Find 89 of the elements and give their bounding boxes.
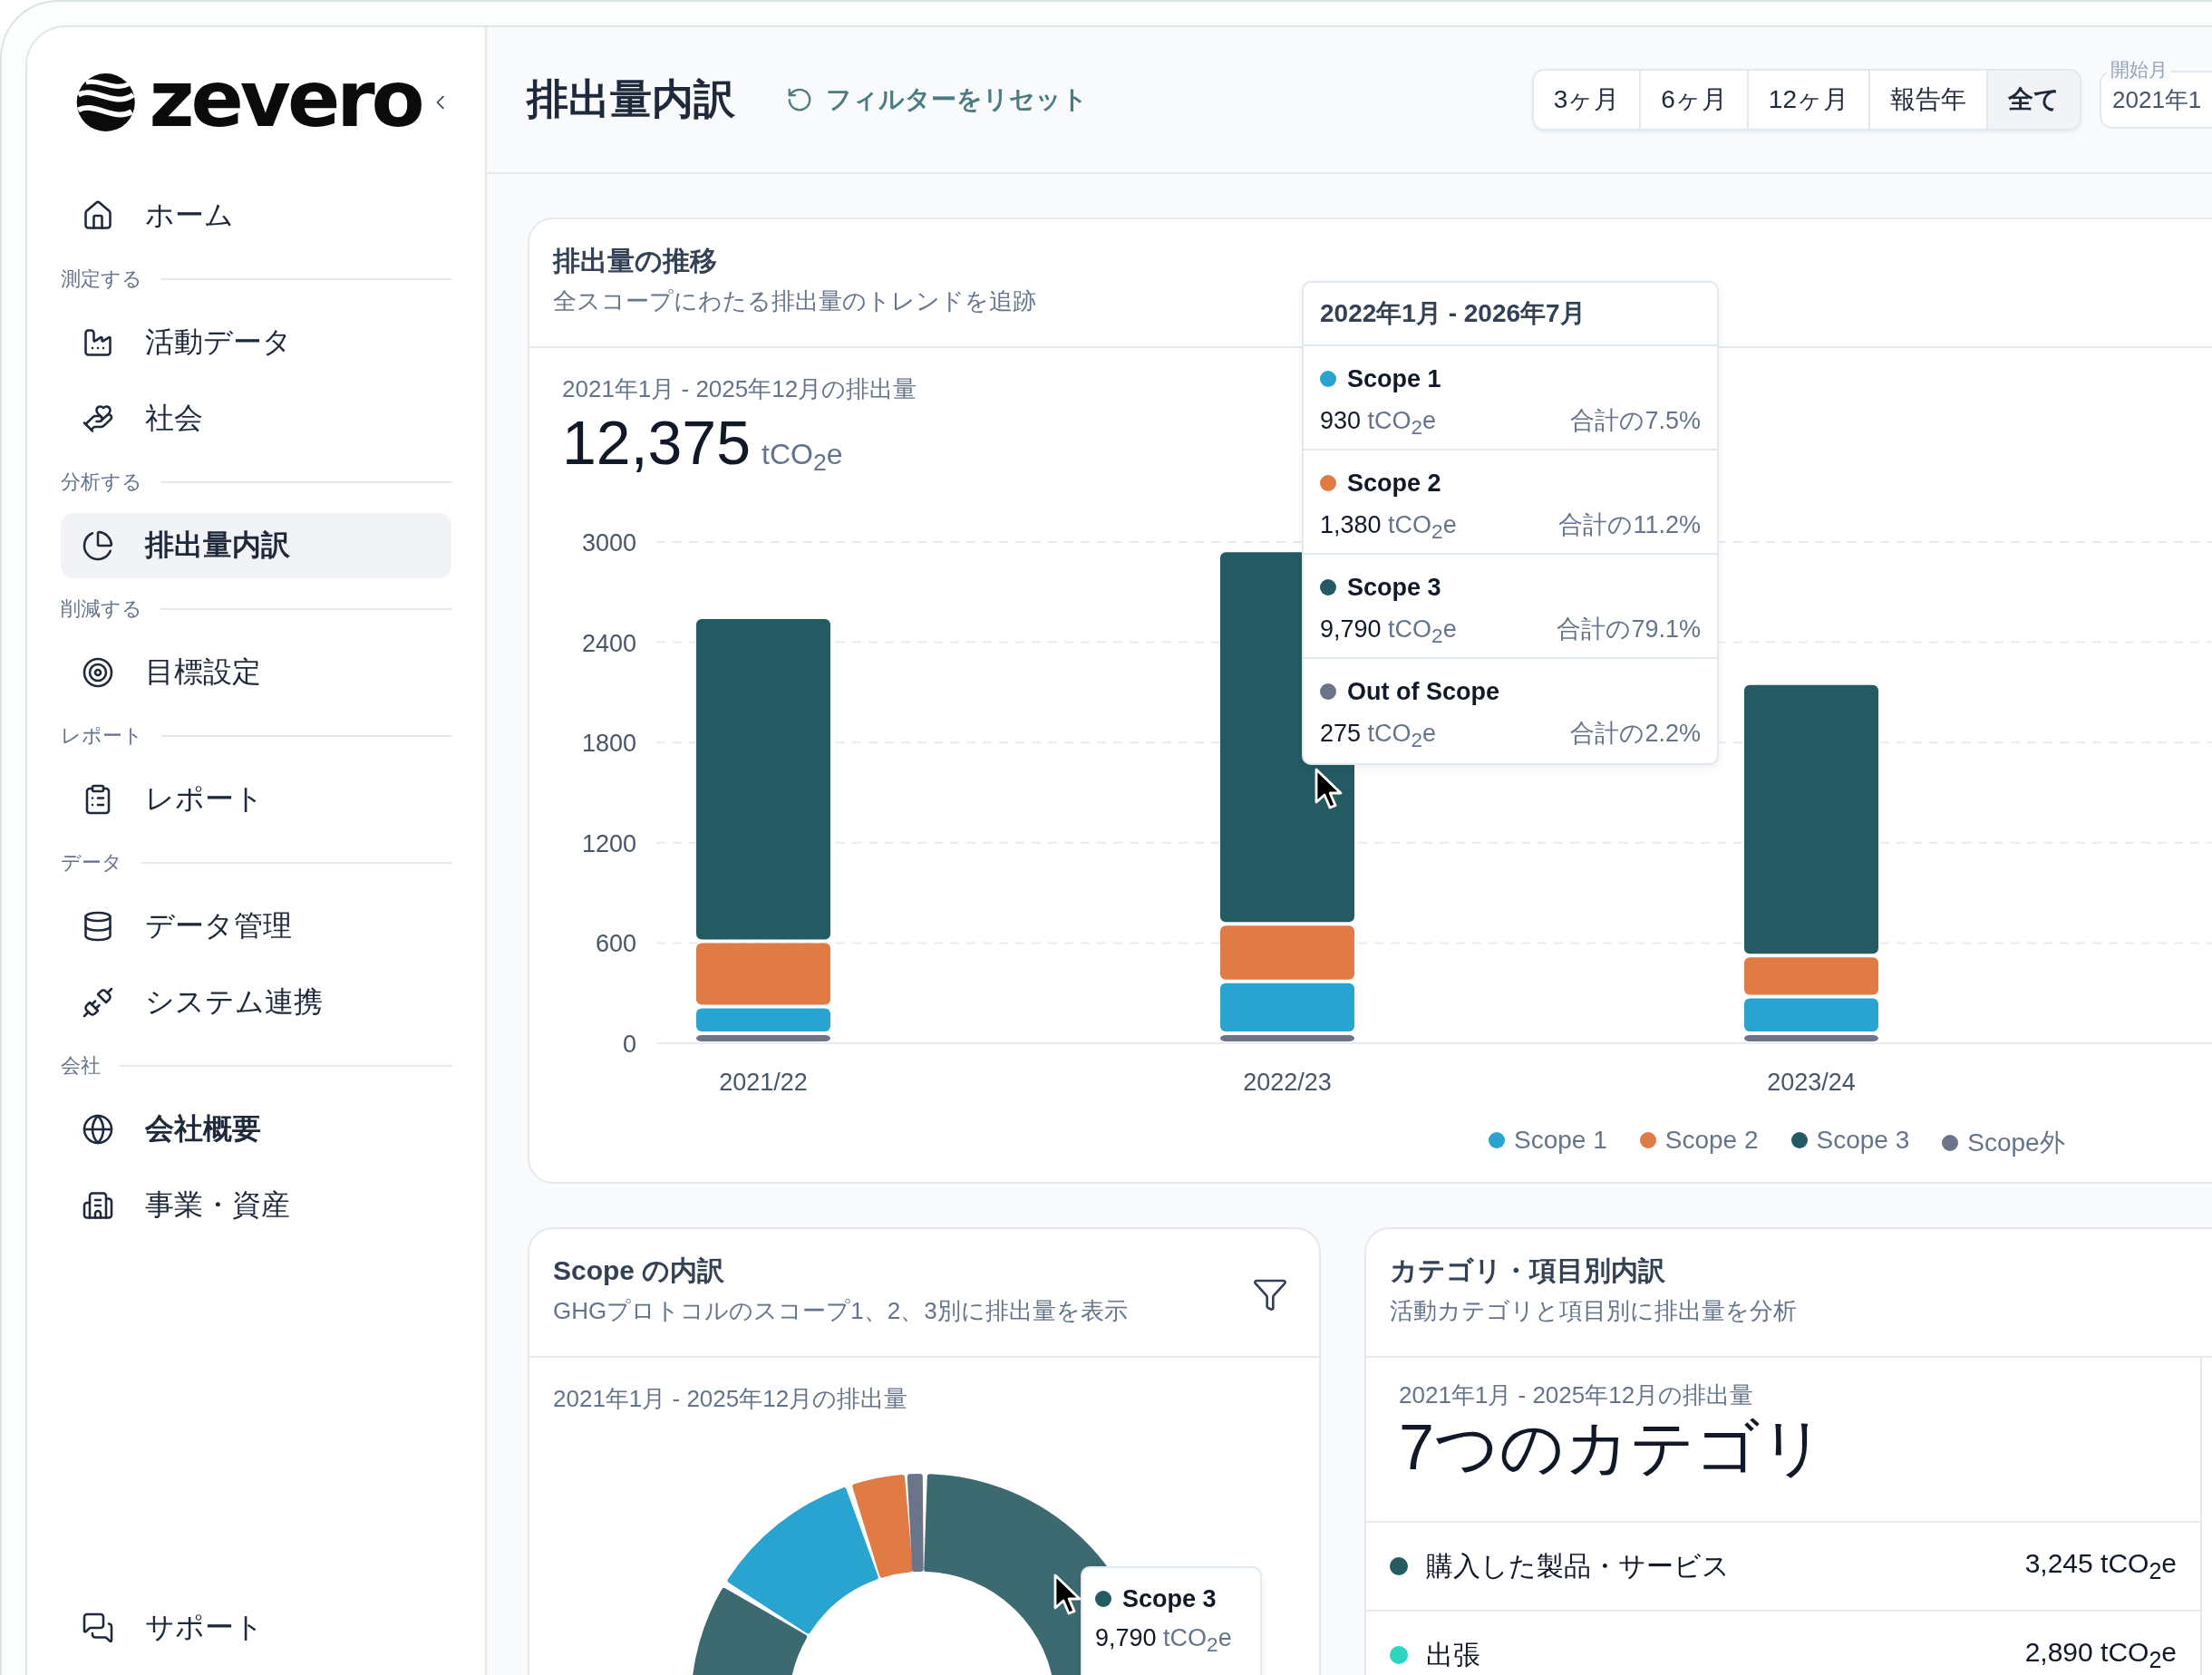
card-title: カテゴリ・項目別内訳 [1390, 1254, 1666, 1287]
range-tab[interactable]: 3ヶ月 [1533, 71, 1640, 129]
reset-filter-link[interactable]: フィルターをリセット [786, 82, 1088, 117]
chat-icon [82, 1612, 114, 1644]
page-title: 排出量内訳 [527, 74, 735, 124]
share-label: 合計の79.1% [1557, 615, 1701, 644]
series-name: Scope 3 [1122, 1584, 1217, 1613]
share-label: 合計の11.2% [1558, 510, 1701, 540]
y-tick-label: 3000 [581, 529, 636, 557]
globe-icon [82, 1113, 114, 1146]
bar-segment[interactable] [1744, 1034, 1878, 1041]
category-label: 出張 [1426, 1638, 1480, 1671]
share-label: 合計の2.2% [1570, 719, 1701, 749]
nav-item[interactable]: レポート [61, 767, 451, 832]
section-label: 会社 [61, 1053, 101, 1079]
category-value: 2,890 tCO$_{2}$e [2024, 1637, 2177, 1673]
emission-value: 1,380 tCO$_{2}$e [1320, 511, 1457, 545]
legend-item: Scope 1 [1489, 1126, 1607, 1155]
x-tick-label: 2023/24 [1767, 1069, 1856, 1096]
database-icon [82, 910, 114, 943]
x-tick-label: 2021/22 [719, 1069, 808, 1096]
card-title: 排出量の推移 [553, 245, 718, 277]
total-value: 12,375 [562, 407, 751, 478]
unit-label: tCO$_{2}$e [762, 438, 843, 478]
nav-item[interactable]: 会社概要 [61, 1097, 451, 1162]
donut-slice[interactable] [852, 1474, 913, 1578]
period-label: 2021年1月 - 2025年12月の排出量 [553, 1384, 908, 1414]
card-subtitle: 全スコープにわたる排出量のトレンドを追跡 [553, 286, 1036, 316]
nav-item[interactable]: システム連携 [61, 970, 451, 1035]
field-value: 2021年1 [2112, 84, 2202, 115]
unplug-icon [82, 986, 114, 1019]
range-tab[interactable]: 12ヶ月 [1746, 71, 1868, 129]
y-tick-label: 0 [622, 1031, 636, 1058]
nav-item[interactable]: 社会 [61, 386, 451, 451]
emission-value: 275 tCO$_{2}$e [1320, 720, 1437, 753]
y-tick-label: 2400 [581, 629, 636, 657]
legend-item: Scope 3 [1790, 1126, 1910, 1155]
factory-icon [82, 326, 114, 359]
period-label: 2021年1月 - 2025年12月の排出量 [562, 374, 917, 404]
legend-item: Scope 2 [1639, 1126, 1759, 1155]
card-subtitle: GHGプロトコルのスコープ1、2、3別に排出量を表示 [553, 1296, 1128, 1326]
range-tab[interactable]: 6ヶ月 [1639, 71, 1747, 129]
pie-chart-icon [82, 529, 114, 562]
section-label: 削減する [61, 596, 142, 622]
legend-item: Scope外 [1942, 1126, 2065, 1160]
series-name: Scope 1 [1347, 364, 1441, 393]
series-name: Scope 3 [1347, 573, 1441, 602]
logo-text: zevero [149, 60, 422, 138]
support-item[interactable]: サポート [61, 1595, 451, 1660]
series-name: Out of Scope [1347, 677, 1499, 706]
chart-tooltip: 2022年1月 - 2026年7月 Scope 1 930 tCO$_{2}$e 合計の7.5% Scope 2 1,380 tCO$_{2}$e 合計の11.2% Scope 3 9,790 tCO$_{2}$e 合計の79.1% Out of Scope 275 tCO$_{2}$e 合計の2.2% [1302, 281, 1719, 765]
section-label: データ [61, 850, 122, 876]
category-count: 7つのカテゴリ [1399, 1411, 1827, 1485]
home-icon [82, 199, 114, 232]
hand-heart-icon [82, 402, 114, 435]
section-label: レポート [61, 723, 143, 749]
card-subtitle: 活動カテゴリと項目別に排出量を分析 [1390, 1296, 1797, 1326]
section-label: 測定する [61, 266, 142, 292]
donut-slice[interactable] [907, 1474, 924, 1573]
building-icon [82, 1189, 114, 1222]
emission-value: 930 tCO$_{2}$e [1320, 407, 1437, 441]
nav-item[interactable]: ホーム [61, 183, 451, 248]
donut-slice[interactable] [727, 1487, 878, 1634]
nav-item[interactable]: 目標設定 [61, 640, 451, 705]
card-title: Scope の内訳 [553, 1254, 726, 1287]
nav-item[interactable]: 活動データ [61, 310, 451, 375]
range-tab[interactable]: 全て [1986, 71, 2080, 129]
reset-icon [786, 86, 813, 113]
category-label: 購入した製品・サービス [1426, 1549, 1730, 1583]
y-tick-label: 600 [595, 930, 636, 958]
section-label: 分析する [61, 470, 142, 495]
donut-slice[interactable] [691, 1588, 808, 1675]
series-name: Scope 2 [1347, 469, 1441, 498]
x-tick-label: 2022/23 [1243, 1069, 1332, 1096]
y-tick-label: 1200 [581, 829, 636, 857]
emission-value: 9,790 tCO$_{2}$e [1095, 1623, 1232, 1659]
nav-item[interactable]: 事業・資産 [61, 1173, 451, 1238]
category-value: 3,245 tCO$_{2}$e [2024, 1548, 2177, 1584]
range-tab[interactable]: 報告年 [1868, 71, 1986, 129]
bar-segment[interactable] [1220, 1034, 1354, 1041]
emission-value: 9,790 tCO$_{2}$e [1320, 615, 1457, 649]
period-label: 2021年1月 - 2025年12月の排出量 [1399, 1380, 1754, 1410]
field-label: 開始月 [2107, 58, 2171, 82]
y-tick-label: 1800 [581, 730, 636, 758]
share-label: 合計の7.5% [1570, 406, 1701, 436]
target-icon [82, 656, 114, 689]
bar-segment[interactable] [696, 1034, 830, 1041]
nav-item[interactable]: 排出量内訳 [61, 513, 451, 578]
nav-item[interactable]: データ管理 [61, 894, 451, 959]
